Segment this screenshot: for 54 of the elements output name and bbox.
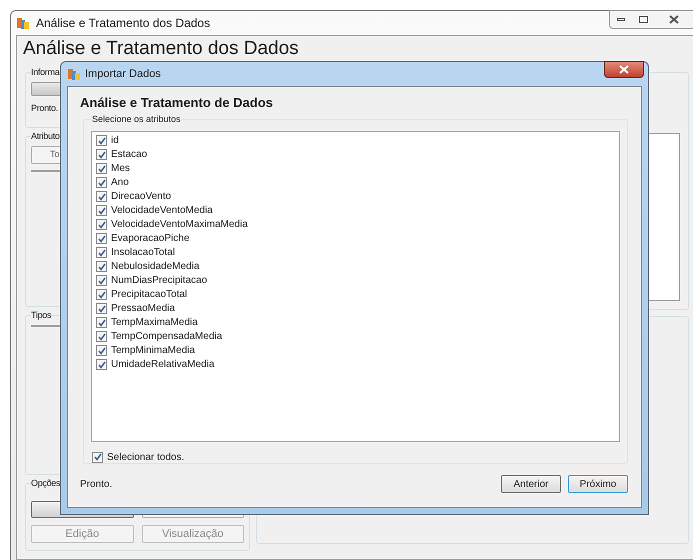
checkbox[interactable] [96,345,107,356]
checkbox[interactable] [96,317,107,328]
checkbox[interactable] [96,247,107,258]
group-label: Informa [31,66,60,78]
attribute-label: NebulosidadeMedia [111,260,200,272]
attribute-label: VelocidadeVentoMaximaMedia [111,218,248,230]
attribute-label: TempMinimaMedia [111,344,195,356]
dialog-heading: Análise e Tratamento de Dados [80,95,273,111]
checkbox[interactable] [96,135,107,146]
app-icon [67,67,81,81]
checkbox[interactable] [96,191,107,202]
checkbox[interactable] [96,219,107,230]
checkbox[interactable] [96,149,107,160]
dialog-button[interactable]: Próximo [568,475,628,493]
close-button[interactable] [604,61,644,78]
checkbox[interactable] [96,289,107,300]
attribute-label: DirecaoVento [111,190,172,202]
attribute-label: VelocidadeVentoMedia [111,204,213,216]
attribute-label: id [111,134,119,146]
attribute-label: PressaoMedia [111,302,175,314]
checkbox[interactable] [96,331,107,342]
attribute-label: Mes [111,162,130,174]
checkbox[interactable] [96,163,107,174]
status-text: Pronto. [79,478,114,492]
window-title: Análise e Tratamento dos Dados [36,15,210,32]
group-label: Atributo [31,130,60,142]
app-icon [16,16,30,30]
attribute-label: InsolacaoTotal [111,246,175,258]
dialog-title: Importar Dados [85,66,161,82]
group-label: Opções [31,477,60,489]
attribute-label: EvaporacaoPiche [111,232,190,244]
close-icon [669,15,679,24]
checkbox[interactable] [96,275,107,286]
attribute-label: PrecipitacaoTotal [111,288,188,300]
attribute-label: NumDiasPrecipitacao [111,274,208,286]
select-all-label: Selecionar todos. [107,450,184,464]
checkbox[interactable] [96,233,107,244]
checkbox[interactable] [96,359,107,370]
page-heading: Análise e Tratamento dos Dados [22,37,299,60]
checkbox[interactable] [92,452,103,462]
attribute-label: UmidadeRelativaMedia [111,358,214,370]
attribute-label: Estacao [111,148,148,160]
status-text: Pronto. [31,102,58,115]
close-icon [619,65,629,74]
group-label: Selecione os atributos [91,113,182,126]
checkbox[interactable] [96,261,107,272]
attribute-label: TempCompensadaMedia [111,330,222,342]
dialog-button[interactable]: Anterior [501,475,561,493]
checkbox[interactable] [96,205,107,216]
attribute-label: Ano [111,176,129,188]
checkbox[interactable] [96,303,107,314]
attribute-label: TempMaximaMedia [111,316,198,328]
checkbox[interactable] [96,177,107,188]
group-label: Tipos [31,309,52,321]
